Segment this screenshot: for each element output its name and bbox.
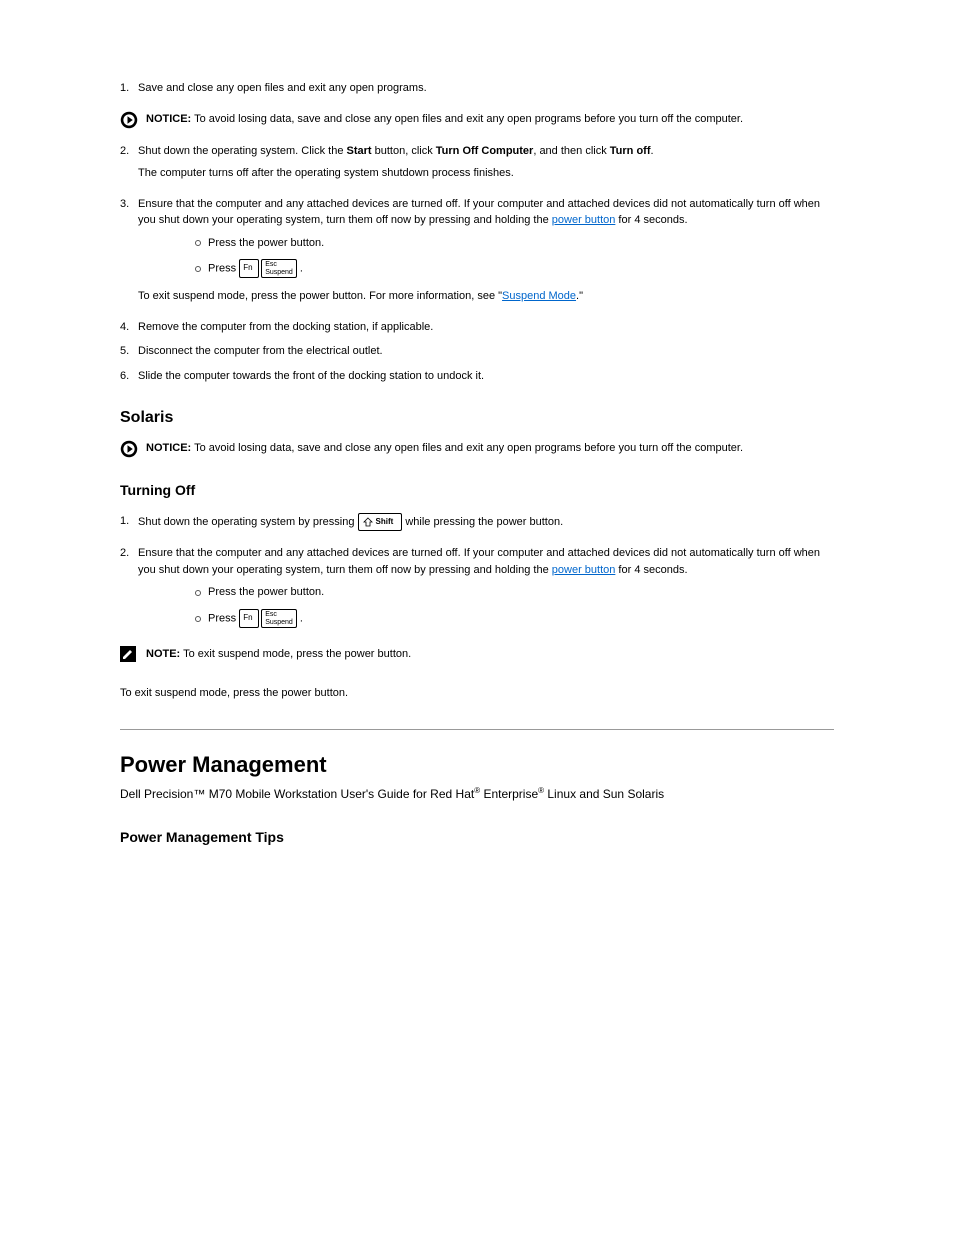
pm-tips-heading: Power Management Tips	[120, 827, 834, 848]
step-number: 1.	[120, 80, 138, 97]
turning-off-heading: Turning Off	[120, 480, 834, 501]
up-arrow-icon	[363, 517, 373, 527]
step-row: 2. Shut down the operating system. Click…	[120, 143, 834, 182]
sub-item: Press the power button.	[188, 584, 834, 601]
sub-item: Press Fn EscSuspend .	[188, 609, 834, 628]
paragraph: To exit suspend mode, press the power bu…	[120, 685, 834, 702]
step-row: 1. Save and close any open files and exi…	[120, 80, 834, 97]
bullet-icon	[188, 615, 208, 623]
note-body: To exit suspend mode, press the power bu…	[180, 648, 411, 660]
step-number: 3.	[120, 196, 138, 213]
step-row: 4. Remove the computer from the docking …	[120, 319, 834, 336]
sub-item-text: Press Fn EscSuspend .	[208, 609, 303, 628]
page-title: Power Management	[120, 748, 834, 781]
sub-list: Press the power button. Press Fn EscSusp…	[188, 584, 834, 628]
notice-text: NOTICE: To avoid losing data, save and c…	[146, 440, 834, 457]
sub-list: Press the power button. Press Fn EscSusp…	[188, 235, 834, 279]
step-text: Slide the computer towards the front of …	[138, 368, 834, 385]
shift-key-icon: Shift	[358, 513, 403, 531]
notice-text: NOTICE: To avoid losing data, save and c…	[146, 111, 834, 128]
arrow-circle-right-icon	[120, 111, 138, 129]
step-number: 2.	[120, 545, 138, 562]
step-row: 2. Ensure that the computer and any atta…	[120, 545, 834, 638]
fn-key-icon: Fn	[239, 259, 259, 278]
fn-key-icon: Fn	[239, 609, 259, 628]
step-number: 1.	[120, 513, 138, 530]
document-page: 1. Save and close any open files and exi…	[0, 0, 954, 900]
step-text: Disconnect the computer from the electri…	[138, 343, 834, 360]
sub-item: Press Fn EscSuspend .	[188, 259, 834, 278]
solaris-heading: Solaris	[120, 406, 834, 430]
bullet-icon	[188, 589, 208, 597]
sub-item-text: Press the power button.	[208, 235, 324, 252]
step-number: 4.	[120, 319, 138, 336]
step-text: Shut down the operating system by pressi…	[138, 513, 834, 531]
power-button-link[interactable]: power button	[552, 214, 616, 226]
notice-row: NOTICE: To avoid losing data, save and c…	[120, 440, 834, 458]
bullet-icon	[188, 265, 208, 273]
step-row: 3. Ensure that the computer and any atta…	[120, 196, 834, 305]
notice-body: To avoid losing data, save and close any…	[191, 442, 743, 454]
step-row: 5. Disconnect the computer from the elec…	[120, 343, 834, 360]
esc-suspend-key-icon: EscSuspend	[261, 609, 297, 628]
sub-item-text: Press Fn EscSuspend .	[208, 259, 303, 278]
note-text: NOTE: To exit suspend mode, press the po…	[146, 646, 834, 663]
arrow-circle-right-icon	[120, 440, 138, 458]
esc-suspend-key-icon: EscSuspend	[261, 259, 297, 278]
step-text: Ensure that the computer and any attache…	[138, 196, 834, 305]
section-divider	[120, 729, 834, 730]
key-combo-fn-esc: Fn EscSuspend	[239, 259, 297, 278]
bullet-icon	[188, 239, 208, 247]
power-button-link[interactable]: power button	[552, 564, 616, 576]
sub-item-text: Press the power button.	[208, 584, 324, 601]
note-label: NOTE:	[146, 648, 180, 660]
suspend-mode-link[interactable]: Suspend Mode	[502, 290, 576, 302]
key-combo-fn-esc: Fn EscSuspend	[239, 609, 297, 628]
note-row: NOTE: To exit suspend mode, press the po…	[120, 646, 834, 663]
step-row: 6. Slide the computer towards the front …	[120, 368, 834, 385]
step-number: 2.	[120, 143, 138, 160]
notice-label: NOTICE:	[146, 113, 191, 125]
notice-icon-col	[120, 440, 146, 458]
pencil-note-icon	[120, 646, 136, 662]
step-text: Remove the computer from the docking sta…	[138, 319, 834, 336]
paragraph: To exit suspend mode, press the power bu…	[138, 288, 834, 305]
step-tail: The computer turns off after the operati…	[138, 165, 834, 182]
notice-row: NOTICE: To avoid losing data, save and c…	[120, 111, 834, 129]
note-icon-col	[120, 646, 146, 662]
notice-icon-col	[120, 111, 146, 129]
step-text: Shut down the operating system. Click th…	[138, 143, 834, 182]
step-text: Ensure that the computer and any attache…	[138, 545, 834, 638]
notice-label: NOTICE:	[146, 442, 191, 454]
step-number: 6.	[120, 368, 138, 385]
notice-body: To avoid losing data, save and close any…	[191, 113, 743, 125]
step-number: 5.	[120, 343, 138, 360]
page-subtitle: Dell Precision™ M70 Mobile Workstation U…	[120, 785, 834, 803]
step-text: Save and close any open files and exit a…	[138, 80, 834, 97]
step-row: 1. Shut down the operating system by pre…	[120, 513, 834, 531]
sub-item: Press the power button.	[188, 235, 834, 252]
